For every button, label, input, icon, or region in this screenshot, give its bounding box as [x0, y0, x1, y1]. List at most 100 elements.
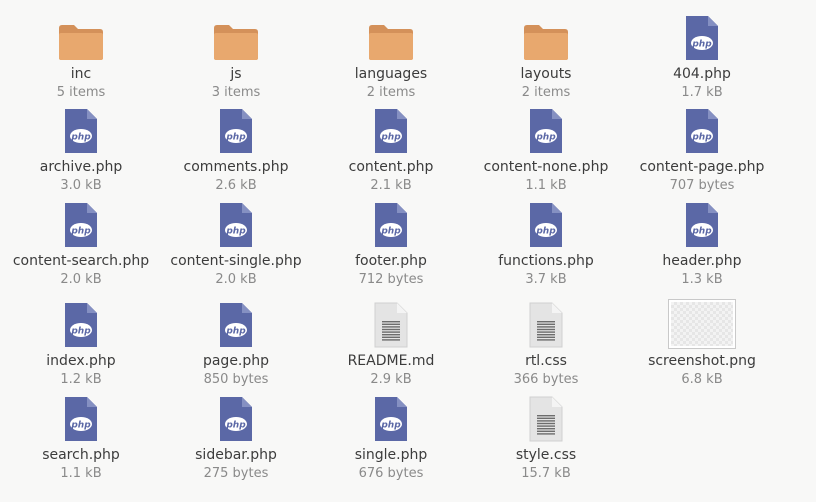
php-file-icon: php [528, 197, 564, 249]
file-name: 404.php [673, 66, 731, 82]
file-item[interactable]: php content-single.php 2.0 kB [161, 197, 311, 288]
folder-icon [522, 10, 570, 62]
text-file-icon [528, 297, 564, 349]
file-item[interactable]: php index.php 1.2 kB [6, 297, 156, 388]
file-item[interactable]: php search.php 1.1 kB [6, 391, 156, 482]
svg-text:php: php [225, 327, 246, 337]
file-meta: 2.1 kB [370, 178, 412, 193]
file-name: functions.php [498, 253, 594, 269]
php-file-icon: php [684, 10, 720, 62]
file-meta: 5 items [56, 85, 106, 100]
file-meta: 2.6 kB [215, 178, 257, 193]
file-name: page.php [202, 353, 270, 369]
file-item[interactable]: php content.php 2.1 kB [316, 103, 466, 194]
file-meta: 1.2 kB [60, 372, 102, 387]
file-meta: 6.8 kB [681, 372, 723, 387]
svg-text:php: php [380, 227, 401, 237]
file-item[interactable]: php content-none.php 1.1 kB [471, 103, 621, 194]
php-file-icon: php [63, 103, 99, 155]
php-file-icon: php [63, 297, 99, 349]
image-thumbnail-icon [668, 297, 736, 349]
file-meta: 2 items [521, 85, 571, 100]
file-item[interactable]: php comments.php 2.6 kB [161, 103, 311, 194]
file-item[interactable]: inc 5 items [6, 10, 156, 101]
folder-icon [212, 10, 260, 62]
php-file-icon: php [684, 197, 720, 249]
php-file-icon: php [373, 391, 409, 443]
file-meta: 2.9 kB [370, 372, 412, 387]
php-file-icon: php [528, 103, 564, 155]
php-file-icon: php [63, 391, 99, 443]
file-item[interactable]: php sidebar.php 275 bytes [161, 391, 311, 482]
svg-text:php: php [70, 133, 91, 143]
file-meta: 707 bytes [669, 178, 735, 193]
file-item[interactable]: rtl.css 366 bytes [471, 297, 621, 388]
file-name: footer.php [355, 253, 427, 269]
file-item[interactable]: php single.php 676 bytes [316, 391, 466, 482]
file-meta: 275 bytes [203, 466, 269, 481]
file-item[interactable]: php footer.php 712 bytes [316, 197, 466, 288]
file-name: README.md [347, 353, 435, 369]
file-item[interactable]: style.css 15.7 kB [471, 391, 621, 482]
svg-text:php: php [225, 227, 246, 237]
file-meta: 2.0 kB [215, 272, 257, 287]
file-meta: 1.1 kB [60, 466, 102, 481]
file-meta: 2 items [366, 85, 416, 100]
file-name: rtl.css [525, 353, 567, 369]
svg-text:php: php [70, 327, 91, 337]
php-file-icon: php [218, 391, 254, 443]
file-name: languages [354, 66, 428, 82]
file-item[interactable]: layouts 2 items [471, 10, 621, 101]
file-name: content-page.php [639, 159, 765, 175]
file-grid: inc 5 items js 3 items languages 2 items… [0, 0, 816, 502]
file-item[interactable]: php functions.php 3.7 kB [471, 197, 621, 288]
svg-text:php: php [535, 133, 556, 143]
php-file-icon: php [218, 197, 254, 249]
file-name: content-none.php [483, 159, 609, 175]
file-item[interactable]: js 3 items [161, 10, 311, 101]
file-name: content-search.php [12, 253, 150, 269]
file-item[interactable]: README.md 2.9 kB [316, 297, 466, 388]
file-meta: 3.7 kB [525, 272, 567, 287]
php-file-icon: php [63, 197, 99, 249]
svg-text:php: php [225, 421, 246, 431]
php-file-icon: php [218, 103, 254, 155]
file-meta: 850 bytes [203, 372, 269, 387]
folder-icon [367, 10, 415, 62]
svg-text:php: php [380, 133, 401, 143]
php-file-icon: php [373, 197, 409, 249]
file-name: layouts [520, 66, 572, 82]
file-item[interactable]: php content-search.php 2.0 kB [6, 197, 156, 288]
file-name: search.php [42, 447, 120, 463]
svg-text:php: php [70, 421, 91, 431]
file-meta: 366 bytes [513, 372, 579, 387]
file-name: archive.php [39, 159, 123, 175]
file-meta: 3.0 kB [60, 178, 102, 193]
file-item[interactable]: php header.php 1.3 kB [627, 197, 777, 288]
file-meta: 676 bytes [358, 466, 424, 481]
file-name: header.php [662, 253, 742, 269]
folder-icon [57, 10, 105, 62]
php-file-icon: php [684, 103, 720, 155]
file-item[interactable]: php content-page.php 707 bytes [627, 103, 777, 194]
file-name: index.php [46, 353, 116, 369]
file-meta: 1.7 kB [681, 85, 723, 100]
php-file-icon: php [218, 297, 254, 349]
file-name: screenshot.png [648, 353, 756, 369]
file-item[interactable]: screenshot.png 6.8 kB [627, 297, 777, 388]
file-name: single.php [354, 447, 428, 463]
svg-text:php: php [70, 227, 91, 237]
text-file-icon [373, 297, 409, 349]
svg-text:php: php [691, 40, 712, 50]
file-item[interactable]: php archive.php 3.0 kB [6, 103, 156, 194]
svg-text:php: php [691, 227, 712, 237]
file-name: sidebar.php [195, 447, 277, 463]
file-name: comments.php [183, 159, 289, 175]
file-name: content.php [348, 159, 434, 175]
file-meta: 2.0 kB [60, 272, 102, 287]
file-item[interactable]: php 404.php 1.7 kB [627, 10, 777, 101]
file-item[interactable]: php page.php 850 bytes [161, 297, 311, 388]
file-item[interactable]: languages 2 items [316, 10, 466, 101]
file-name: content-single.php [170, 253, 302, 269]
svg-text:php: php [535, 227, 556, 237]
